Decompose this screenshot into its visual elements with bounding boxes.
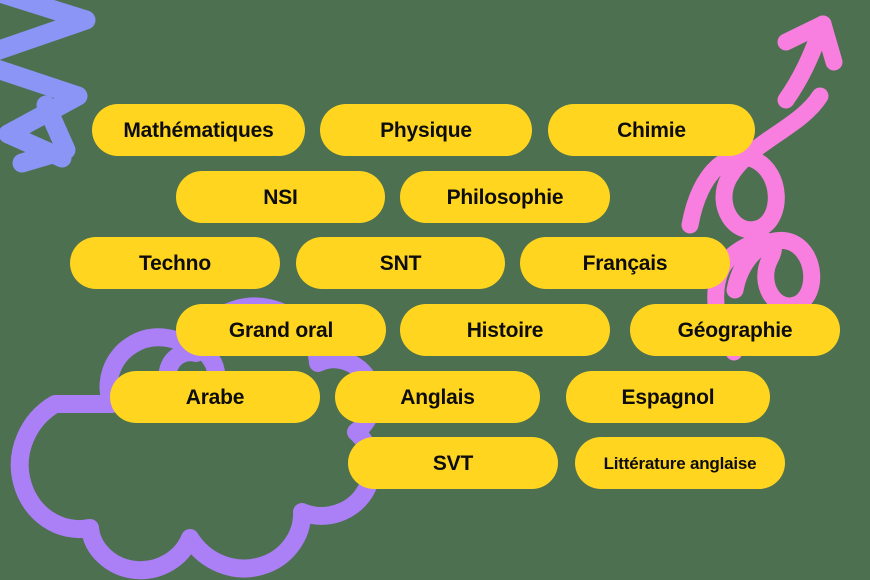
subject-pill-label: Techno — [139, 251, 211, 275]
subject-pill[interactable]: Techno — [70, 237, 280, 289]
subject-pill-label: Arabe — [185, 385, 245, 409]
subject-pill[interactable]: Chimie — [548, 104, 755, 156]
subject-pill-label: Histoire — [466, 318, 544, 342]
subject-pill-label: Littérature anglaise — [603, 453, 757, 473]
subject-pill-label: Physique — [380, 118, 472, 142]
subject-pill[interactable]: Grand oral — [176, 304, 386, 356]
subject-pill[interactable]: NSI — [176, 171, 385, 223]
subject-pill-label: Mathématiques — [123, 118, 274, 142]
subject-pill-label: Chimie — [617, 118, 686, 142]
subject-pill-label: Géographie — [677, 318, 793, 342]
subject-pill[interactable]: Histoire — [400, 304, 610, 356]
subject-pill[interactable]: Philosophie — [400, 171, 610, 223]
subject-pill-label: SVT — [432, 451, 474, 475]
subject-pill-label: Anglais — [400, 385, 475, 409]
subject-pill[interactable]: Arabe — [110, 371, 320, 423]
subject-pill[interactable]: Espagnol — [566, 371, 770, 423]
subject-pill[interactable]: Géographie — [630, 304, 840, 356]
subject-pill[interactable]: SVT — [348, 437, 558, 489]
subject-pill[interactable]: Littérature anglaise — [575, 437, 785, 489]
subject-pill[interactable]: Physique — [320, 104, 532, 156]
subject-pill-label: Espagnol — [621, 385, 715, 409]
subject-pill-label: SNT — [379, 251, 422, 275]
subject-pill-label: Français — [582, 251, 668, 275]
subject-pill-label: Grand oral — [228, 318, 334, 342]
subject-pill-label: NSI — [263, 185, 298, 209]
subject-tag-board: Mathématiques Physique Chimie NSI Philosophi… — [0, 0, 870, 580]
subject-pill[interactable]: Anglais — [335, 371, 540, 423]
subject-pill-grid: Mathématiques Physique Chimie NSI Philosophi… — [0, 0, 870, 580]
subject-pill[interactable]: Français — [520, 237, 730, 289]
subject-pill[interactable]: Mathématiques — [92, 104, 305, 156]
subject-pill[interactable]: SNT — [296, 237, 505, 289]
subject-pill-label: Philosophie — [446, 185, 564, 209]
